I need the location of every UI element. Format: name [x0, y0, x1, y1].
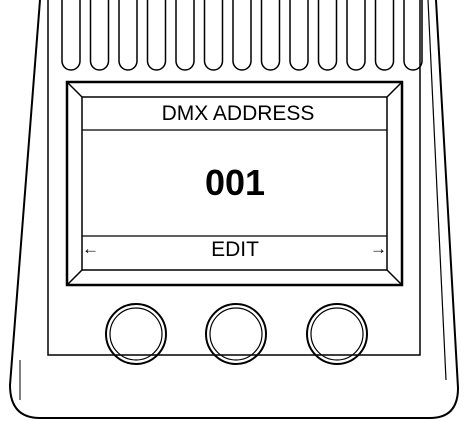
arrow-left-icon: ← [82, 239, 99, 258]
vent-slot [346, 0, 366, 71]
vent-slot [289, 0, 309, 71]
vent-slot [203, 0, 224, 71]
vent-slot [175, 0, 195, 71]
vent-slot [146, 0, 167, 71]
vent-slot [260, 0, 281, 71]
display-action-label: EDIT [211, 238, 259, 261]
vent-slots [61, 0, 423, 71]
vent-slot [61, 0, 81, 71]
vent-slot [317, 0, 338, 71]
vent-slot [232, 0, 252, 71]
middle-button[interactable] [206, 304, 266, 364]
vent-slot [89, 0, 110, 71]
left-button[interactable] [106, 304, 166, 364]
arrow-right-icon: → [370, 239, 387, 258]
vent-slot [118, 0, 138, 71]
vent-slot [374, 0, 395, 71]
display-title: DMX ADDRESS [161, 102, 315, 125]
right-button[interactable] [307, 304, 367, 364]
dmx-address-value: 001 [204, 162, 266, 203]
